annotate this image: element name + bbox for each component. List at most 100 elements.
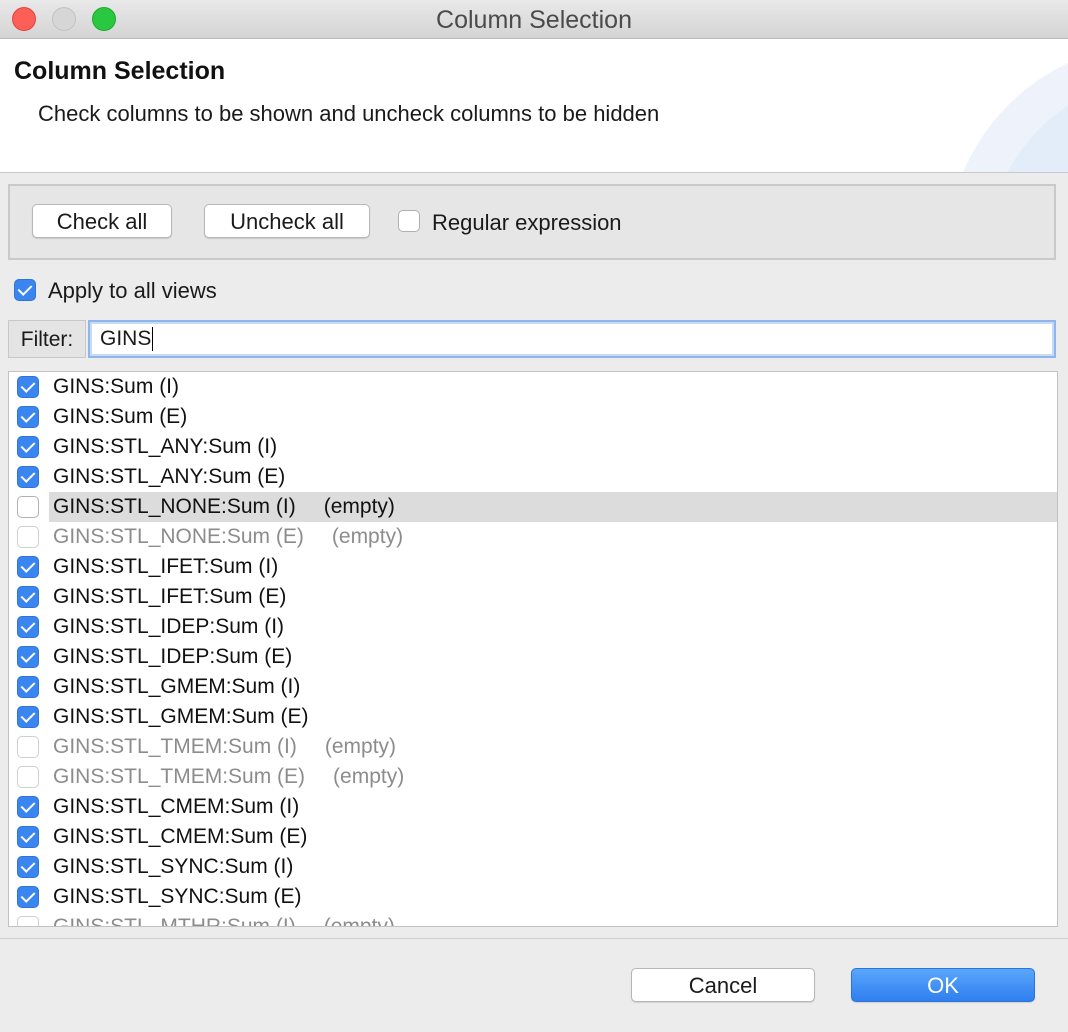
column-checkbox[interactable] <box>17 736 39 758</box>
column-empty-tag: (empty) <box>331 525 404 548</box>
column-row[interactable]: GINS:STL_NONE:Sum (I) (empty) <box>9 492 1057 522</box>
column-empty-tag: (empty) <box>323 915 395 927</box>
header-decoration-icon <box>963 63 1068 172</box>
column-name: GINS:STL_SYNC:Sum (I) <box>53 855 294 878</box>
column-label[interactable]: GINS:STL_GMEM:Sum (E) <box>49 702 317 732</box>
column-name: GINS:STL_NONE:Sum (I) <box>53 495 296 518</box>
column-checkbox[interactable] <box>17 886 39 908</box>
column-row[interactable]: GINS:STL_IDEP:Sum (E) <box>9 642 1057 672</box>
column-checkbox[interactable] <box>17 556 39 578</box>
column-checkbox[interactable] <box>17 646 39 668</box>
column-row[interactable]: GINS:STL_NONE:Sum (E) (empty) <box>9 522 1057 552</box>
column-row[interactable]: GINS:STL_SYNC:Sum (I) <box>9 852 1057 882</box>
column-label[interactable]: GINS:STL_CMEM:Sum (I) <box>49 792 307 822</box>
column-list[interactable]: GINS:Sum (I) GINS:Sum (E) GINS:STL_ANY:Sum… <box>8 371 1058 927</box>
column-name: GINS:Sum (I) <box>53 375 180 398</box>
apply-all-views-label[interactable]: Apply to all views <box>48 278 217 304</box>
column-label[interactable]: GINS:STL_SYNC:Sum (I) <box>49 852 301 882</box>
column-row[interactable]: GINS:STL_GMEM:Sum (I) <box>9 672 1057 702</box>
column-row[interactable]: GINS:STL_ANY:Sum (E) <box>9 462 1057 492</box>
column-label[interactable]: GINS:STL_IFET:Sum (I) <box>49 552 286 582</box>
selection-toolbar: Check all Uncheck all Regular expression <box>8 184 1056 260</box>
title-bar: Column Selection <box>0 0 1068 39</box>
column-checkbox[interactable] <box>17 826 39 848</box>
column-row[interactable]: GINS:STL_GMEM:Sum (E) <box>9 702 1057 732</box>
column-name: GINS:STL_ANY:Sum (E) <box>53 465 286 488</box>
filter-label: Filter: <box>8 320 86 358</box>
column-empty-tag: (empty) <box>323 495 395 518</box>
column-checkbox[interactable] <box>17 916 39 926</box>
window-title: Column Selection <box>436 6 632 34</box>
column-name: GINS:STL_CMEM:Sum (E) <box>53 825 308 848</box>
column-label[interactable]: GINS:STL_ANY:Sum (E) <box>49 462 293 492</box>
column-checkbox[interactable] <box>17 496 39 518</box>
column-row[interactable]: GINS:STL_TMEM:Sum (E) (empty) <box>9 762 1057 792</box>
column-row[interactable]: GINS:STL_IFET:Sum (E) <box>9 582 1057 612</box>
text-caret <box>152 327 154 352</box>
column-label[interactable]: GINS:STL_IDEP:Sum (E) <box>49 642 300 672</box>
cancel-button[interactable]: Cancel <box>631 968 815 1002</box>
column-label[interactable]: GINS:STL_SYNC:Sum (E) <box>49 882 310 912</box>
column-label[interactable]: GINS:STL_IFET:Sum (E) <box>49 582 294 612</box>
column-checkbox[interactable] <box>17 406 39 428</box>
column-row[interactable]: GINS:STL_CMEM:Sum (E) <box>9 822 1057 852</box>
column-label[interactable]: GINS:STL_CMEM:Sum (E) <box>49 822 315 852</box>
column-checkbox[interactable] <box>17 466 39 488</box>
footer-divider <box>0 938 1068 939</box>
column-label[interactable]: GINS:STL_NONE:Sum (I) (empty) <box>49 492 1057 522</box>
column-name: GINS:STL_SYNC:Sum (E) <box>53 885 302 908</box>
dialog-title: Column Selection <box>14 57 226 85</box>
apply-all-views-checkbox[interactable] <box>14 279 36 301</box>
column-label[interactable]: GINS:STL_TMEM:Sum (E) (empty) <box>49 762 412 792</box>
column-name: GINS:STL_IDEP:Sum (I) <box>53 615 285 638</box>
regex-checkbox[interactable] <box>398 210 420 232</box>
column-name: GINS:Sum (E) <box>53 405 188 428</box>
column-name: GINS:STL_IFET:Sum (I) <box>53 555 279 578</box>
column-name: GINS:STL_GMEM:Sum (E) <box>53 705 309 728</box>
column-row[interactable]: GINS:Sum (I) <box>9 372 1057 402</box>
column-checkbox[interactable] <box>17 856 39 878</box>
ok-button[interactable]: OK <box>851 968 1035 1002</box>
column-label[interactable]: GINS:STL_NONE:Sum (E) (empty) <box>49 522 411 552</box>
column-label[interactable]: GINS:Sum (I) <box>49 372 187 402</box>
column-name: GINS:STL_TMEM:Sum (I) <box>53 735 297 758</box>
dialog-description: Check columns to be shown and uncheck co… <box>38 101 660 126</box>
column-checkbox[interactable] <box>17 616 39 638</box>
column-name: GINS:STL_GMEM:Sum (I) <box>53 675 301 698</box>
column-label[interactable]: GINS:STL_TMEM:Sum (I) (empty) <box>49 732 404 762</box>
column-checkbox[interactable] <box>17 766 39 788</box>
column-row[interactable]: GINS:STL_IDEP:Sum (I) <box>9 612 1057 642</box>
column-label[interactable]: GINS:STL_GMEM:Sum (I) <box>49 672 308 702</box>
column-label[interactable]: GINS:Sum (E) <box>49 402 195 432</box>
filter-value: GINS <box>100 327 152 350</box>
column-checkbox[interactable] <box>17 436 39 458</box>
column-row[interactable]: GINS:STL_IFET:Sum (I) <box>9 552 1057 582</box>
column-row[interactable]: GINS:STL_TMEM:Sum (I) (empty) <box>9 732 1057 762</box>
column-row[interactable]: GINS:STL_ANY:Sum (I) <box>9 432 1057 462</box>
column-checkbox[interactable] <box>17 706 39 728</box>
column-name: GINS:STL_ANY:Sum (I) <box>53 435 278 458</box>
uncheck-all-button[interactable]: Uncheck all <box>204 204 370 238</box>
column-checkbox[interactable] <box>17 526 39 548</box>
column-name: GINS:STL_NONE:Sum (E) <box>53 525 304 548</box>
column-checkbox[interactable] <box>17 376 39 398</box>
column-name: GINS:STL_IFET:Sum (E) <box>53 585 287 608</box>
column-row[interactable]: GINS:STL_CMEM:Sum (I) <box>9 792 1057 822</box>
column-checkbox[interactable] <box>17 796 39 818</box>
column-checkbox[interactable] <box>17 586 39 608</box>
column-name: GINS:STL_MTHR:Sum (I) <box>53 915 296 927</box>
column-name: GINS:STL_CMEM:Sum (I) <box>53 795 300 818</box>
column-row[interactable]: GINS:STL_MTHR:Sum (I) (empty) <box>9 912 1057 927</box>
column-empty-tag: (empty) <box>333 765 405 788</box>
column-label[interactable]: GINS:STL_ANY:Sum (I) <box>49 432 285 462</box>
column-checkbox[interactable] <box>17 676 39 698</box>
column-label[interactable]: GINS:STL_IDEP:Sum (I) <box>49 612 292 642</box>
filter-input[interactable]: GINS <box>88 320 1056 358</box>
column-name: GINS:STL_IDEP:Sum (E) <box>53 645 293 668</box>
column-label[interactable]: GINS:STL_MTHR:Sum (I) (empty) <box>49 912 403 927</box>
check-all-button[interactable]: Check all <box>32 204 172 238</box>
column-row[interactable]: GINS:STL_SYNC:Sum (E) <box>9 882 1057 912</box>
regex-label[interactable]: Regular expression <box>432 210 622 236</box>
column-empty-tag: (empty) <box>324 735 397 758</box>
column-row[interactable]: GINS:Sum (E) <box>9 402 1057 432</box>
